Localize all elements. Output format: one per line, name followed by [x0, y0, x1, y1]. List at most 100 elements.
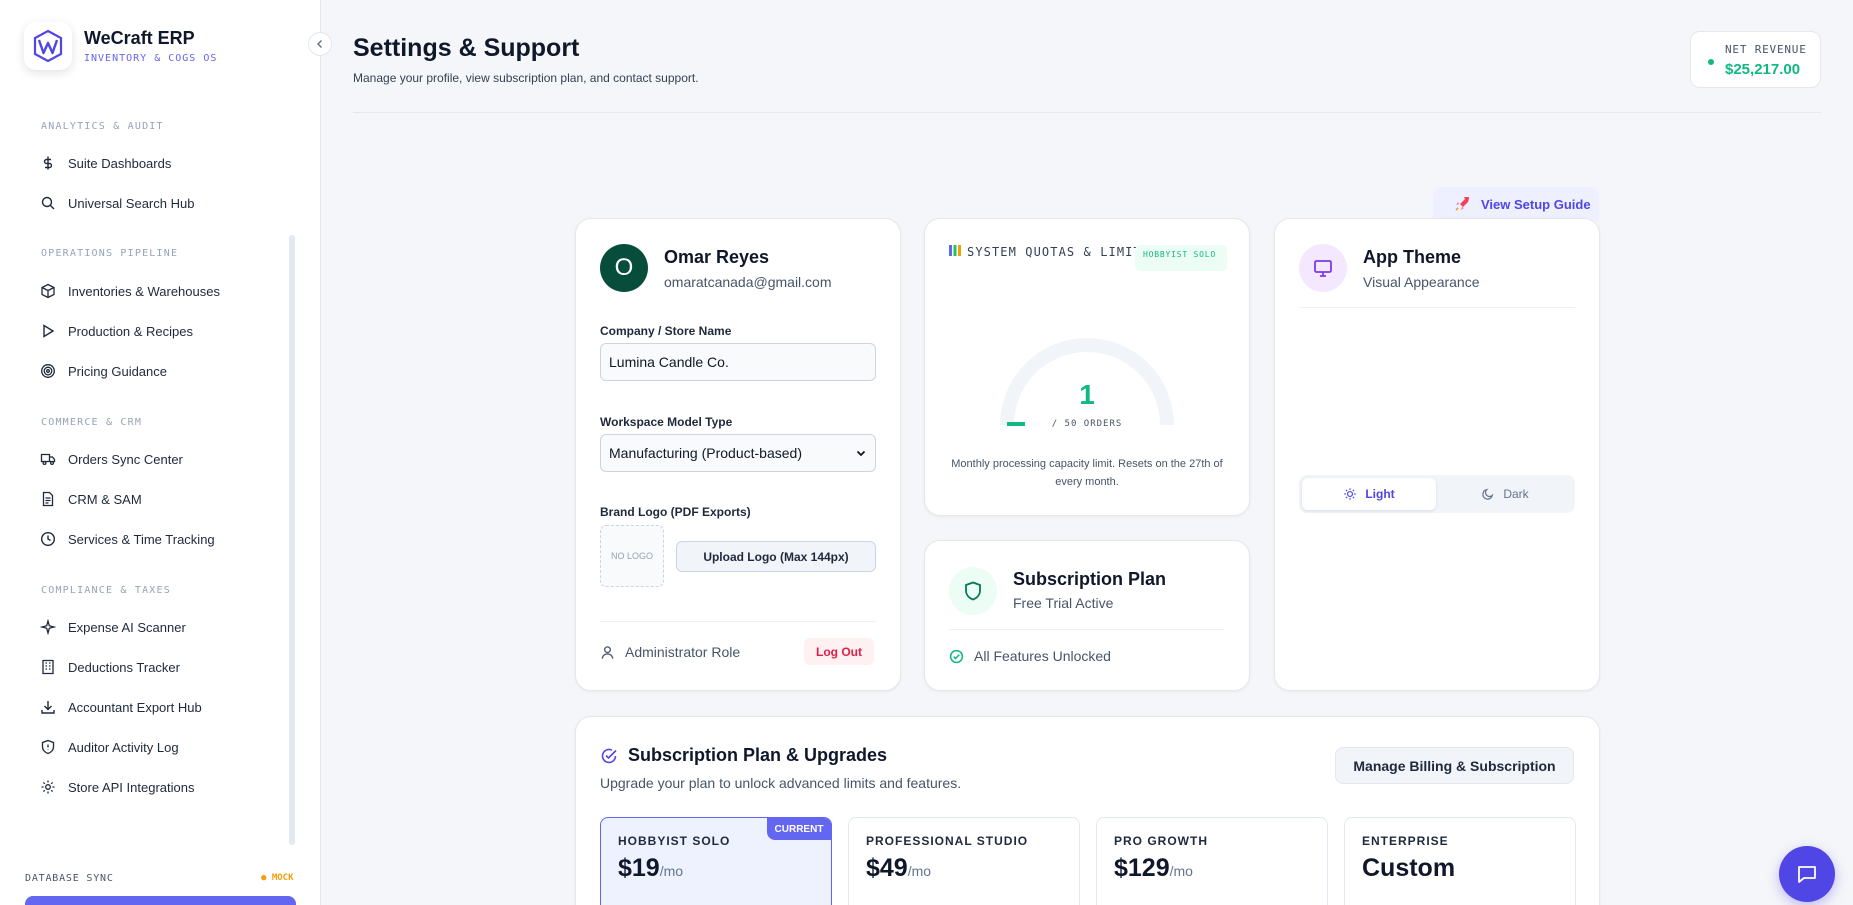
- sidebar-item-universal-search[interactable]: Universal Search Hub: [40, 192, 194, 214]
- sidebar-item-pricing[interactable]: Pricing Guidance: [40, 360, 167, 382]
- dark-theme-button[interactable]: Dark: [1438, 478, 1572, 510]
- plan-name: ENTERPRISE: [1362, 834, 1449, 848]
- brand-name: WeCraft ERP: [84, 28, 195, 48]
- brand-logo: [24, 22, 72, 70]
- plan-price: Custom: [1362, 854, 1456, 882]
- log-out-button[interactable]: Log Out: [804, 638, 874, 665]
- sidebar-item-label: Universal Search Hub: [68, 195, 195, 211]
- sidebar-item-services[interactable]: Services & Time Tracking: [40, 528, 215, 550]
- light-theme-button[interactable]: Light: [1302, 478, 1436, 510]
- sparkle-icon: [40, 619, 56, 635]
- sidebar-item-production[interactable]: Production & Recipes: [40, 320, 193, 342]
- sidebar-item-store-api[interactable]: Store API Integrations: [40, 776, 194, 798]
- avatar: O: [600, 244, 648, 292]
- nav-section-title: ANALYTICS & AUDIT: [41, 121, 164, 132]
- clock-icon: [40, 531, 56, 547]
- sidebar-item-label: Production & Recipes: [68, 323, 194, 339]
- sidebar-scrollbar[interactable]: [289, 235, 295, 845]
- sidebar-item-label: Inventories & Warehouses: [68, 283, 220, 299]
- nav-section-title: COMMERCE & CRM: [41, 417, 143, 428]
- divider: [600, 621, 876, 622]
- view-setup-guide-button[interactable]: View Setup Guide: [1433, 187, 1599, 221]
- sidebar-item-auditor-log[interactable]: Auditor Activity Log: [40, 736, 179, 758]
- brand-logo-label: Brand Logo (PDF Exports): [600, 505, 751, 519]
- nav-section-title: OPERATIONS PIPELINE: [41, 248, 179, 259]
- quotas-title: SYSTEM QUOTAS & LIMITS: [949, 244, 1150, 260]
- document-icon: [42, 491, 54, 507]
- subscription-status: Free Trial Active: [1013, 595, 1114, 611]
- sidebar-item-label: Pricing Guidance: [68, 363, 167, 379]
- subscription-plan-card: Subscription Plan Free Trial Active All …: [924, 540, 1250, 691]
- sync-button[interactable]: [25, 896, 296, 905]
- truck-icon: [40, 453, 56, 466]
- bar-chart-icon: [949, 245, 961, 256]
- gear-icon: [41, 780, 55, 794]
- header-divider: [353, 112, 1821, 113]
- upload-logo-button[interactable]: Upload Logo (Max 144px): [676, 541, 876, 572]
- page-title: Settings & Support: [353, 34, 580, 62]
- plan-card-pro-growth[interactable]: PRO GROWTH $129/mo: [1096, 817, 1328, 905]
- sidebar-item-crm[interactable]: CRM & SAM: [40, 488, 142, 510]
- quota-note: Monthly processing capacity limit. Reset…: [951, 458, 1223, 488]
- revenue-label: NET REVENUE: [1725, 43, 1807, 56]
- plan-price: $129/mo: [1114, 854, 1193, 882]
- sidebar-item-label: Services & Time Tracking: [68, 531, 215, 547]
- plan-card-enterprise[interactable]: ENTERPRISE Custom: [1344, 817, 1576, 905]
- sidebar-item-expense-scanner[interactable]: Expense AI Scanner: [40, 616, 186, 638]
- check-circle-icon: [949, 649, 964, 663]
- net-revenue-widget: NET REVENUE $25,217.00: [1690, 31, 1821, 88]
- plan-card-hobbyist[interactable]: CURRENT HOBBYIST SOLO $19/mo: [600, 817, 832, 905]
- sidebar-item-inventories[interactable]: Inventories & Warehouses: [40, 280, 220, 302]
- nav-section-title: COMPLIANCE & TAXES: [41, 585, 171, 596]
- plan-card-professional[interactable]: PROFESSIONAL STUDIO $49/mo: [848, 817, 1080, 905]
- plan-badge: HOBBYIST SOLO: [1135, 245, 1227, 271]
- quota-used-value: 1: [1079, 379, 1095, 410]
- sidebar-item-label: Expense AI Scanner: [68, 619, 186, 635]
- sidebar-item-label: Orders Sync Center: [68, 451, 183, 467]
- play-icon: [43, 324, 55, 338]
- current-badge: CURRENT: [767, 818, 831, 840]
- plan-name: HOBBYIST SOLO: [618, 834, 731, 848]
- company-name-input[interactable]: [600, 343, 876, 381]
- database-sync-label: DATABASE SYNC: [25, 873, 114, 884]
- sidebar-item-deductions[interactable]: Deductions Tracker: [40, 656, 180, 678]
- brand[interactable]: WeCraft ERP INVENTORY & COGS OS: [24, 22, 217, 70]
- moon-icon: [1482, 488, 1494, 500]
- plan-name: PRO GROWTH: [1114, 834, 1208, 848]
- page-subtitle: Manage your profile, view subscription p…: [353, 71, 699, 85]
- chevron-left-icon: [316, 39, 323, 49]
- app-theme-card: App Theme Visual Appearance Light Dark: [1274, 218, 1600, 691]
- building-icon: [42, 659, 54, 675]
- quota-limit-label: / 50 ORDERS: [1051, 419, 1123, 429]
- shield-icon: [41, 739, 55, 755]
- collapse-sidebar-button[interactable]: [308, 32, 332, 56]
- rocket-icon: [1455, 197, 1469, 211]
- plan-name: PROFESSIONAL STUDIO: [866, 834, 1029, 848]
- upgrades-title: Subscription Plan & Upgrades: [600, 745, 887, 766]
- target-icon: [41, 364, 55, 378]
- plan-price: $49/mo: [866, 854, 932, 882]
- sidebar-item-suite-dashboards[interactable]: Suite Dashboards: [40, 152, 171, 174]
- sidebar-item-label: Deductions Tracker: [68, 659, 180, 675]
- workspace-model-select[interactable]: Manufacturing (Product-based): [600, 434, 876, 472]
- profile-card: O Omar Reyes omaratcanada@gmail.com Comp…: [575, 218, 901, 691]
- download-icon: [41, 701, 55, 714]
- logo-placeholder: NO LOGO: [600, 525, 664, 587]
- manage-billing-button[interactable]: Manage Billing & Subscription: [1335, 747, 1574, 784]
- chevron-down-icon: [856, 450, 866, 457]
- sidebar-item-orders-sync[interactable]: Orders Sync Center: [40, 448, 183, 470]
- database-sync-status: ● MOCK: [261, 873, 294, 883]
- company-label: Company / Store Name: [600, 324, 732, 338]
- theme-subtitle: Visual Appearance: [1363, 274, 1480, 290]
- revenue-value: $25,217.00: [1725, 61, 1801, 78]
- sidebar-item-accountant-export[interactable]: Accountant Export Hub: [40, 696, 202, 718]
- support-chat-button[interactable]: [1779, 846, 1835, 902]
- theme-toggle: Light Dark: [1299, 475, 1575, 513]
- sidebar-item-label: Accountant Export Hub: [68, 699, 202, 715]
- upgrades-subtitle: Upgrade your plan to unlock advanced lim…: [600, 775, 962, 791]
- shield-icon: [949, 567, 997, 615]
- search-icon: [41, 196, 55, 210]
- sidebar-item-label: Store API Integrations: [68, 779, 195, 795]
- check-badge-icon: [601, 748, 617, 763]
- subscription-title: Subscription Plan: [1013, 569, 1167, 589]
